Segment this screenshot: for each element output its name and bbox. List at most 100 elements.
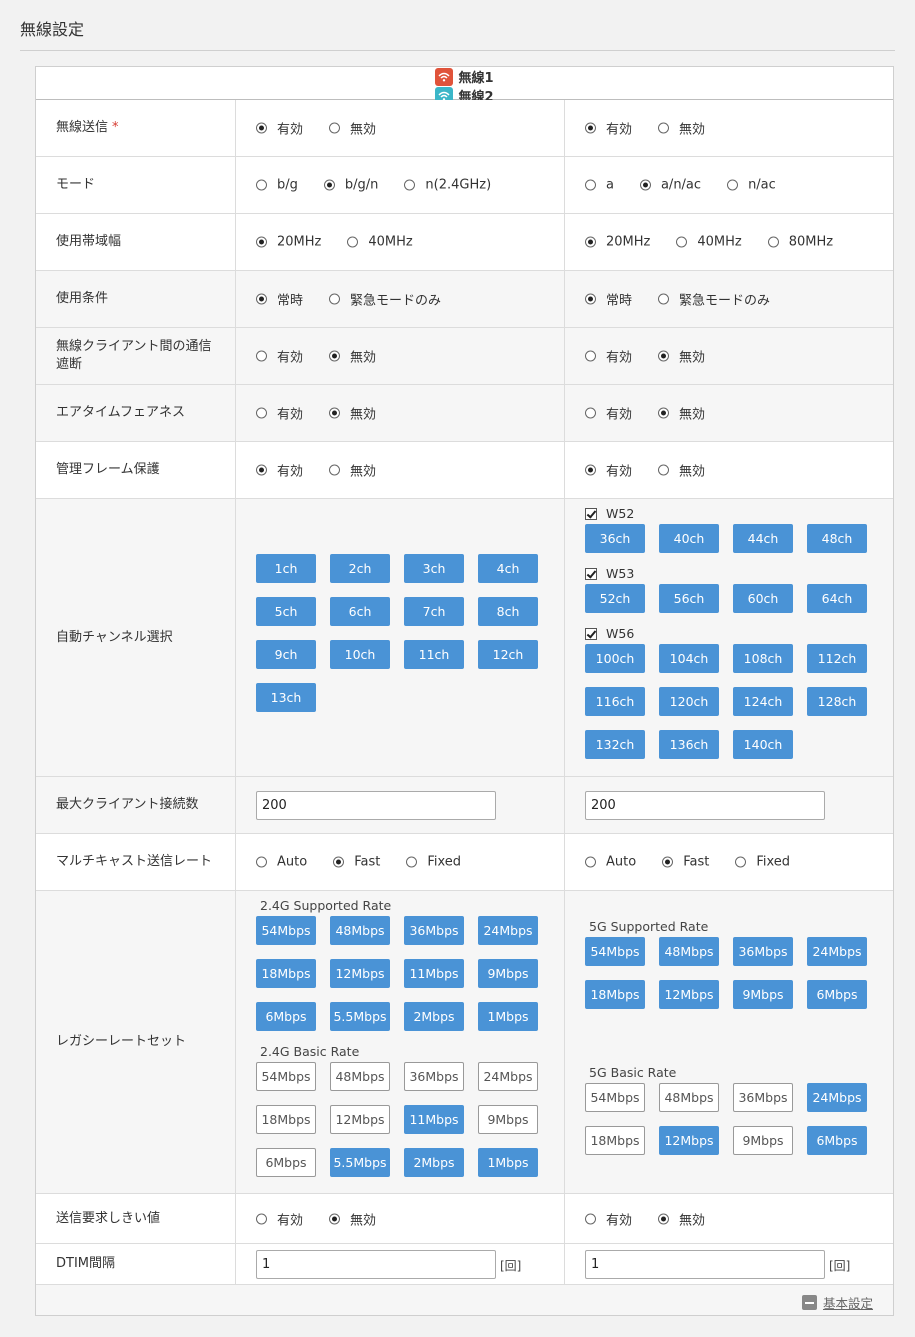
rate-button[interactable]: 48Mbps — [330, 916, 390, 945]
rate-button[interactable]: 54Mbps — [256, 1062, 316, 1091]
radio-option[interactable]: Fixed — [735, 855, 790, 870]
channel-button[interactable]: 1ch — [256, 554, 316, 583]
radio-option[interactable]: 有効 — [256, 461, 303, 480]
channel-button[interactable]: 48ch — [807, 524, 867, 553]
rate-button[interactable]: 24Mbps — [807, 937, 867, 966]
channel-button[interactable]: 13ch — [256, 683, 316, 712]
channel-button[interactable]: 11ch — [404, 640, 464, 669]
rate-button[interactable]: 18Mbps — [585, 980, 645, 1009]
channel-button[interactable]: 100ch — [585, 644, 645, 673]
radio-option[interactable]: 有効 — [585, 461, 632, 480]
channel-button[interactable]: 36ch — [585, 524, 645, 553]
radio-option[interactable]: 緊急モードのみ — [658, 290, 770, 309]
basic-settings-link[interactable]: 基本設定 — [801, 1293, 873, 1312]
channel-button[interactable]: 132ch — [585, 730, 645, 759]
radio-option[interactable]: 緊急モードのみ — [329, 290, 441, 309]
radio-option[interactable]: 常時 — [256, 290, 303, 309]
radio-option[interactable]: a/n/ac — [639, 178, 701, 193]
rate-button[interactable]: 48Mbps — [330, 1062, 390, 1091]
radio-option[interactable]: 有効 — [585, 404, 632, 423]
radio2-max-clients-input[interactable] — [585, 791, 825, 820]
rate-button[interactable]: 9Mbps — [478, 959, 538, 988]
w52-checkbox[interactable]: W52 — [585, 506, 634, 521]
rate-button[interactable]: 1Mbps — [478, 1002, 538, 1031]
radio-option[interactable]: Fast — [333, 855, 380, 870]
rate-button[interactable]: 36Mbps — [404, 916, 464, 945]
radio-option[interactable]: 無効 — [658, 404, 705, 423]
channel-button[interactable]: 60ch — [733, 584, 793, 613]
rate-button[interactable]: 18Mbps — [256, 1105, 316, 1134]
channel-button[interactable]: 116ch — [585, 687, 645, 716]
radio-option[interactable]: 無効 — [658, 119, 705, 138]
radio-option[interactable]: 20MHz — [256, 235, 321, 250]
rate-button[interactable]: 11Mbps — [404, 1105, 464, 1134]
rate-button[interactable]: 48Mbps — [659, 937, 719, 966]
channel-button[interactable]: 10ch — [330, 640, 390, 669]
radio-option[interactable]: 40MHz — [347, 235, 413, 250]
radio-option[interactable]: 無効 — [329, 119, 376, 138]
rate-button[interactable]: 24Mbps — [807, 1083, 867, 1112]
radio-option[interactable]: 無効 — [658, 461, 705, 480]
rate-button[interactable]: 9Mbps — [733, 1126, 793, 1155]
rate-button[interactable]: 1Mbps — [478, 1148, 538, 1177]
radio2-dtim-input[interactable] — [585, 1250, 825, 1279]
radio-option[interactable]: b/g — [256, 178, 298, 193]
channel-button[interactable]: 112ch — [807, 644, 867, 673]
rate-button[interactable]: 36Mbps — [733, 1083, 793, 1112]
rate-button[interactable]: 6Mbps — [807, 1126, 867, 1155]
radio-option[interactable]: 有効 — [585, 1209, 632, 1228]
rate-button[interactable]: 6Mbps — [807, 980, 867, 1009]
radio-option[interactable]: 無効 — [329, 347, 376, 366]
rate-button[interactable]: 6Mbps — [256, 1148, 316, 1177]
rate-button[interactable]: 18Mbps — [585, 1126, 645, 1155]
rate-button[interactable]: 9Mbps — [478, 1105, 538, 1134]
radio-option[interactable]: 有効 — [256, 119, 303, 138]
radio-option[interactable]: 有効 — [585, 119, 632, 138]
rate-button[interactable]: 36Mbps — [404, 1062, 464, 1091]
rate-button[interactable]: 48Mbps — [659, 1083, 719, 1112]
channel-button[interactable]: 56ch — [659, 584, 719, 613]
radio-option[interactable]: 有効 — [256, 347, 303, 366]
radio-option[interactable]: Fast — [662, 855, 709, 870]
radio1-dtim-input[interactable] — [256, 1250, 496, 1279]
rate-button[interactable]: 18Mbps — [256, 959, 316, 988]
channel-button[interactable]: 40ch — [659, 524, 719, 553]
radio-option[interactable]: Auto — [256, 855, 307, 870]
channel-button[interactable]: 108ch — [733, 644, 793, 673]
rate-button[interactable]: 11Mbps — [404, 959, 464, 988]
radio-option[interactable]: Auto — [585, 855, 636, 870]
w56-checkbox[interactable]: W56 — [585, 626, 634, 641]
radio-option[interactable]: n(2.4GHz) — [404, 178, 491, 193]
radio-option[interactable]: 無効 — [658, 1209, 705, 1228]
radio-option[interactable]: 有効 — [256, 1209, 303, 1228]
channel-button[interactable]: 5ch — [256, 597, 316, 626]
radio-option[interactable]: 常時 — [585, 290, 632, 309]
channel-button[interactable]: 3ch — [404, 554, 464, 583]
rate-button[interactable]: 24Mbps — [478, 916, 538, 945]
radio-option[interactable]: 40MHz — [676, 235, 742, 250]
channel-button[interactable]: 9ch — [256, 640, 316, 669]
channel-button[interactable]: 7ch — [404, 597, 464, 626]
channel-button[interactable]: 6ch — [330, 597, 390, 626]
rate-button[interactable]: 2Mbps — [404, 1148, 464, 1177]
radio-option[interactable]: b/g/n — [323, 178, 378, 193]
rate-button[interactable]: 12Mbps — [330, 959, 390, 988]
channel-button[interactable]: 2ch — [330, 554, 390, 583]
channel-button[interactable]: 104ch — [659, 644, 719, 673]
radio1-max-clients-input[interactable] — [256, 791, 496, 820]
channel-button[interactable]: 4ch — [478, 554, 538, 583]
rate-button[interactable]: 9Mbps — [733, 980, 793, 1009]
channel-button[interactable]: 120ch — [659, 687, 719, 716]
channel-button[interactable]: 136ch — [659, 730, 719, 759]
radio-option[interactable]: 80MHz — [767, 235, 833, 250]
w53-checkbox[interactable]: W53 — [585, 566, 634, 581]
channel-button[interactable]: 44ch — [733, 524, 793, 553]
channel-button[interactable]: 124ch — [733, 687, 793, 716]
radio-option[interactable]: 有効 — [256, 404, 303, 423]
radio-option[interactable]: 無効 — [658, 347, 705, 366]
channel-button[interactable]: 52ch — [585, 584, 645, 613]
channel-button[interactable]: 64ch — [807, 584, 867, 613]
radio-option[interactable]: n/ac — [727, 178, 776, 193]
rate-button[interactable]: 2Mbps — [404, 1002, 464, 1031]
radio-option[interactable]: a — [585, 178, 614, 193]
